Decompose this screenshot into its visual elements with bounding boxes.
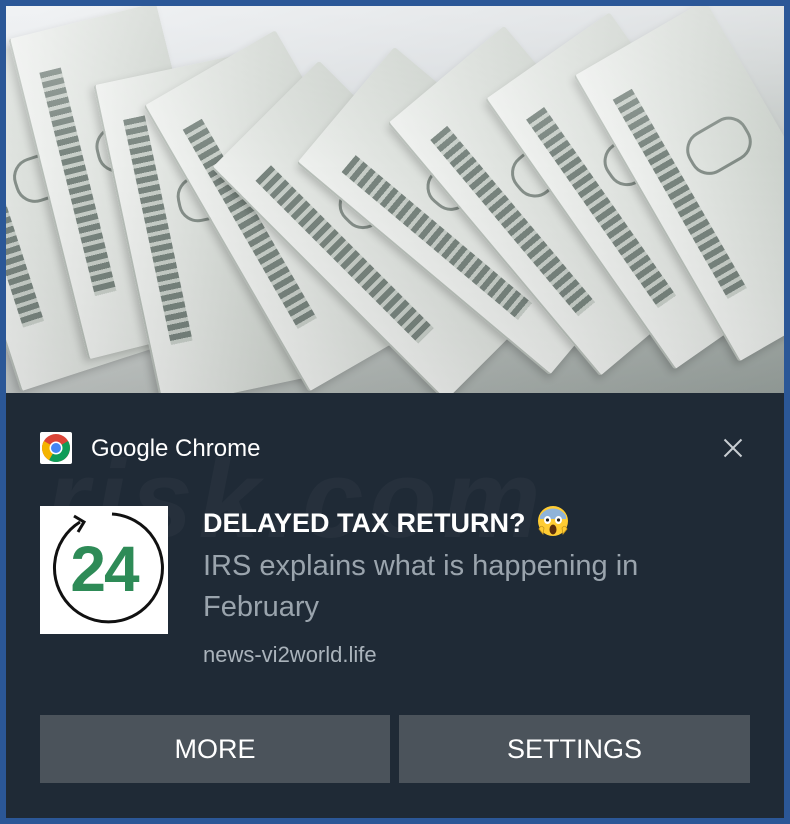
settings-button-label: SETTINGS (506, 733, 642, 764)
more-button[interactable]: MORE (40, 715, 390, 783)
notification-body: IRS explains what is happening in Februa… (203, 550, 639, 623)
notification-logo: 24 (40, 506, 168, 634)
notification-toast[interactable]: risk.com Google Chrome 24 DELAYED TAX RE… (6, 6, 784, 818)
notification-domain: news-vi2world.life (203, 642, 377, 667)
close-icon[interactable] (716, 431, 750, 465)
chrome-icon (40, 432, 72, 464)
app-name: Google Chrome (91, 435, 261, 462)
notification-header: Google Chrome (40, 431, 750, 465)
more-button-label: MORE (174, 733, 256, 764)
face-screaming-in-fear-emoji (536, 504, 570, 538)
notification-title: DELAYED TAX RETURN? (203, 504, 570, 539)
logo-text: 24 (70, 533, 139, 605)
title-text: DELAYED TAX RETURN? (203, 508, 526, 538)
hero-image (6, 6, 784, 393)
settings-button[interactable]: SETTINGS (399, 715, 750, 783)
